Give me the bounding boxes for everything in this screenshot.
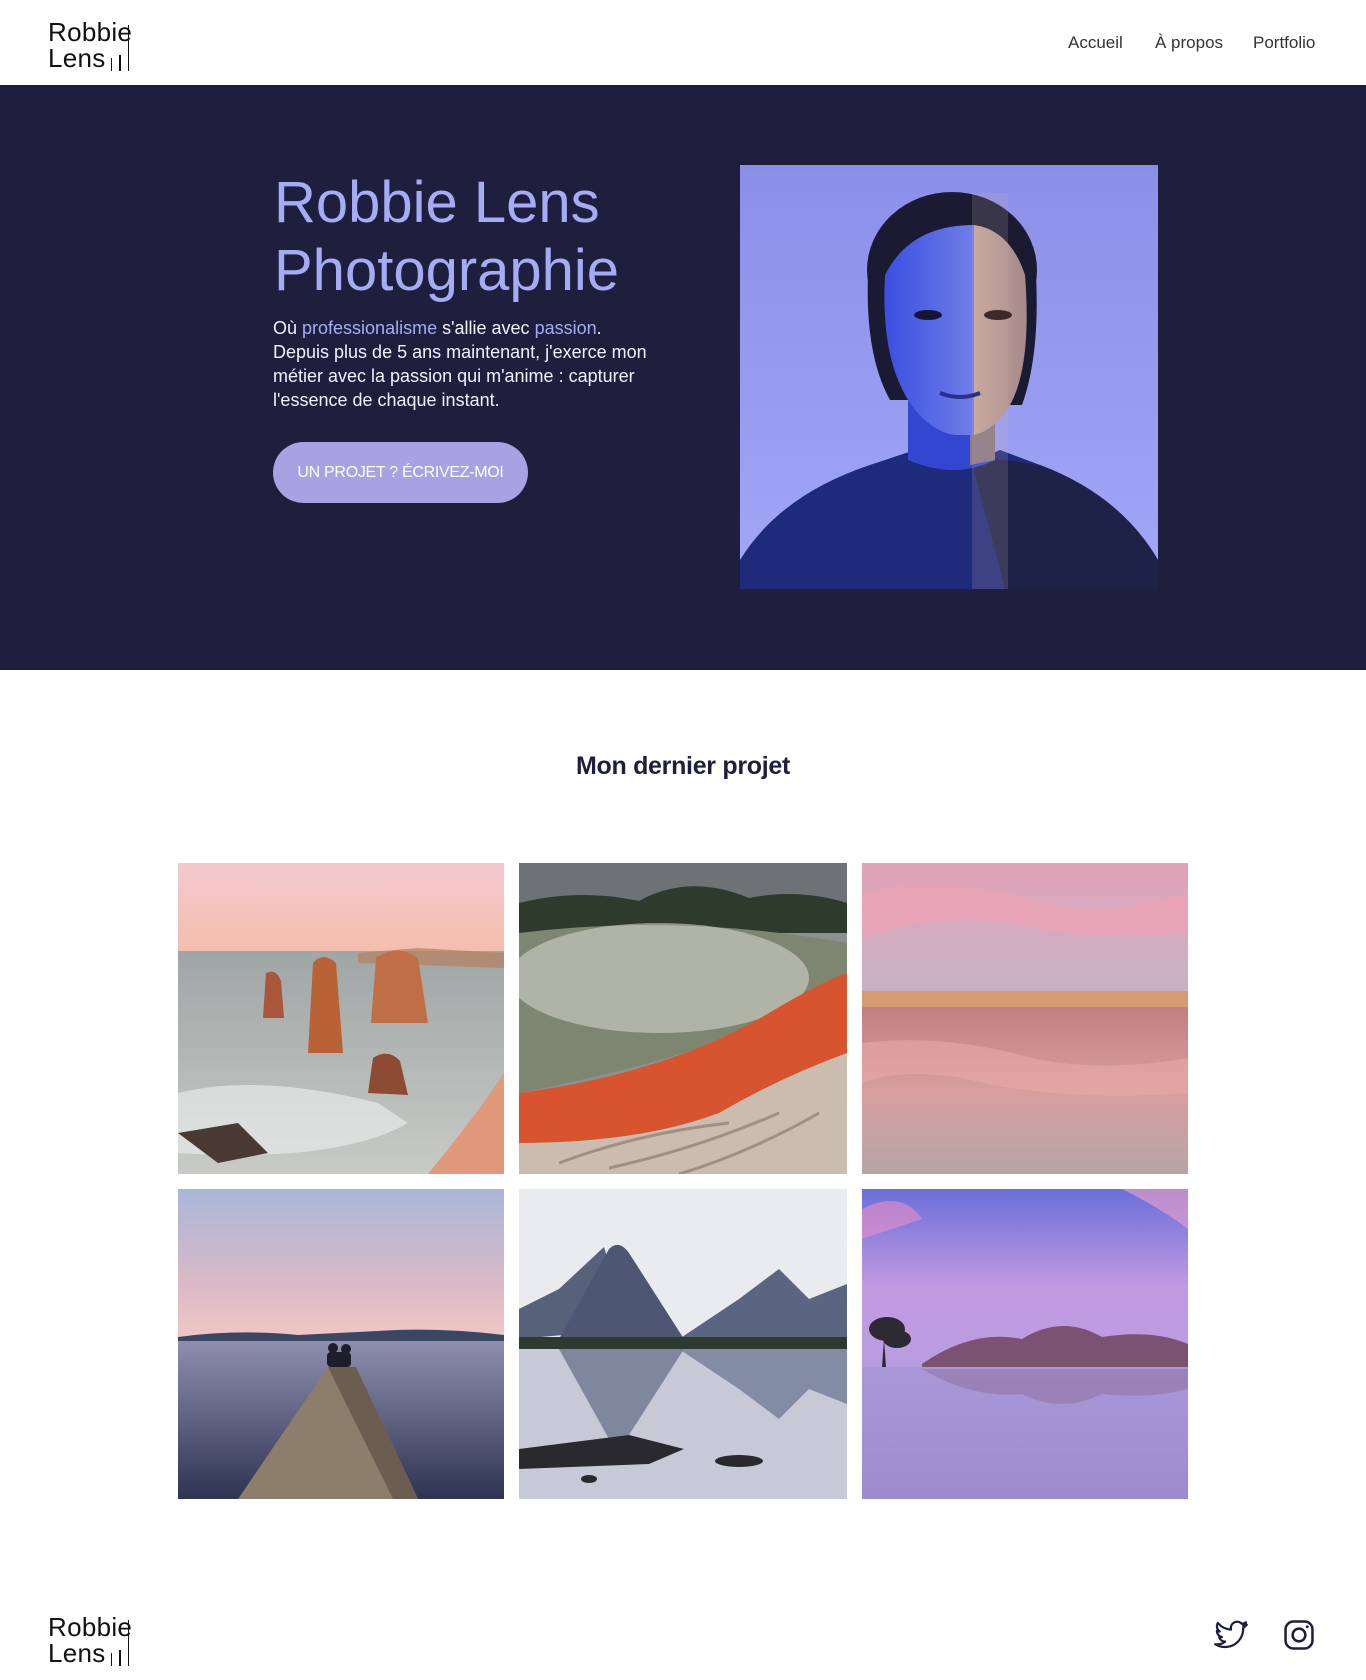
nav-portfolio[interactable]: Portfolio <box>1253 33 1315 53</box>
section-title: Mon dernier projet <box>575 752 791 780</box>
logo-bars-icon <box>110 1620 130 1666</box>
footer-logo-line1: Robbie <box>48 1612 133 1642</box>
gallery-photo-pink-beach[interactable] <box>862 863 1188 1174</box>
logo-line2: Lens <box>48 43 106 73</box>
logo-bars-icon <box>110 25 130 71</box>
gallery-photo-sea-stacks[interactable] <box>178 863 504 1174</box>
nav-accueil[interactable]: Accueil <box>1068 33 1123 53</box>
site-header: Robbie Lens Accueil À propos Portfolio <box>0 0 1366 85</box>
contact-cta-button[interactable]: UN PROJET ? ÉCRIVEZ-MOI <box>273 442 528 503</box>
gallery-photo-mountain-reflection[interactable] <box>519 1189 847 1499</box>
hero-section: Robbie Lens Photographie Où professional… <box>0 85 1366 670</box>
hero-title-line2: Photographie <box>274 238 620 303</box>
gallery-photo-lone-tree-lake[interactable] <box>862 1189 1188 1499</box>
logo-line1: Robbie <box>48 17 133 47</box>
instagram-icon[interactable] <box>1280 1616 1318 1654</box>
portrait-photo <box>740 165 1158 589</box>
hero-title: Robbie Lens Photographie <box>274 169 714 305</box>
highlight-professionalisme: professionalisme <box>302 318 438 338</box>
photo-gallery <box>178 863 1188 1499</box>
hero-description-rest: Depuis plus de 5 ans maintenant, j'exerc… <box>273 342 647 410</box>
hero-description: Où professionalisme s'allie avec passion… <box>273 318 647 410</box>
highlight-passion: passion <box>534 318 597 338</box>
nav-a-propos[interactable]: À propos <box>1155 33 1223 53</box>
gallery-photo-geothermal-pool[interactable] <box>519 863 847 1174</box>
site-footer: Robbie Lens <box>0 1600 1366 1680</box>
gallery-photo-pier-dusk[interactable] <box>178 1189 504 1499</box>
twitter-icon[interactable] <box>1212 1616 1250 1654</box>
logo[interactable]: Robbie Lens <box>48 19 132 71</box>
footer-logo-line2: Lens <box>48 1638 106 1668</box>
hero-title-line1: Robbie Lens <box>274 170 600 235</box>
footer-logo[interactable]: Robbie Lens <box>48 1614 132 1666</box>
